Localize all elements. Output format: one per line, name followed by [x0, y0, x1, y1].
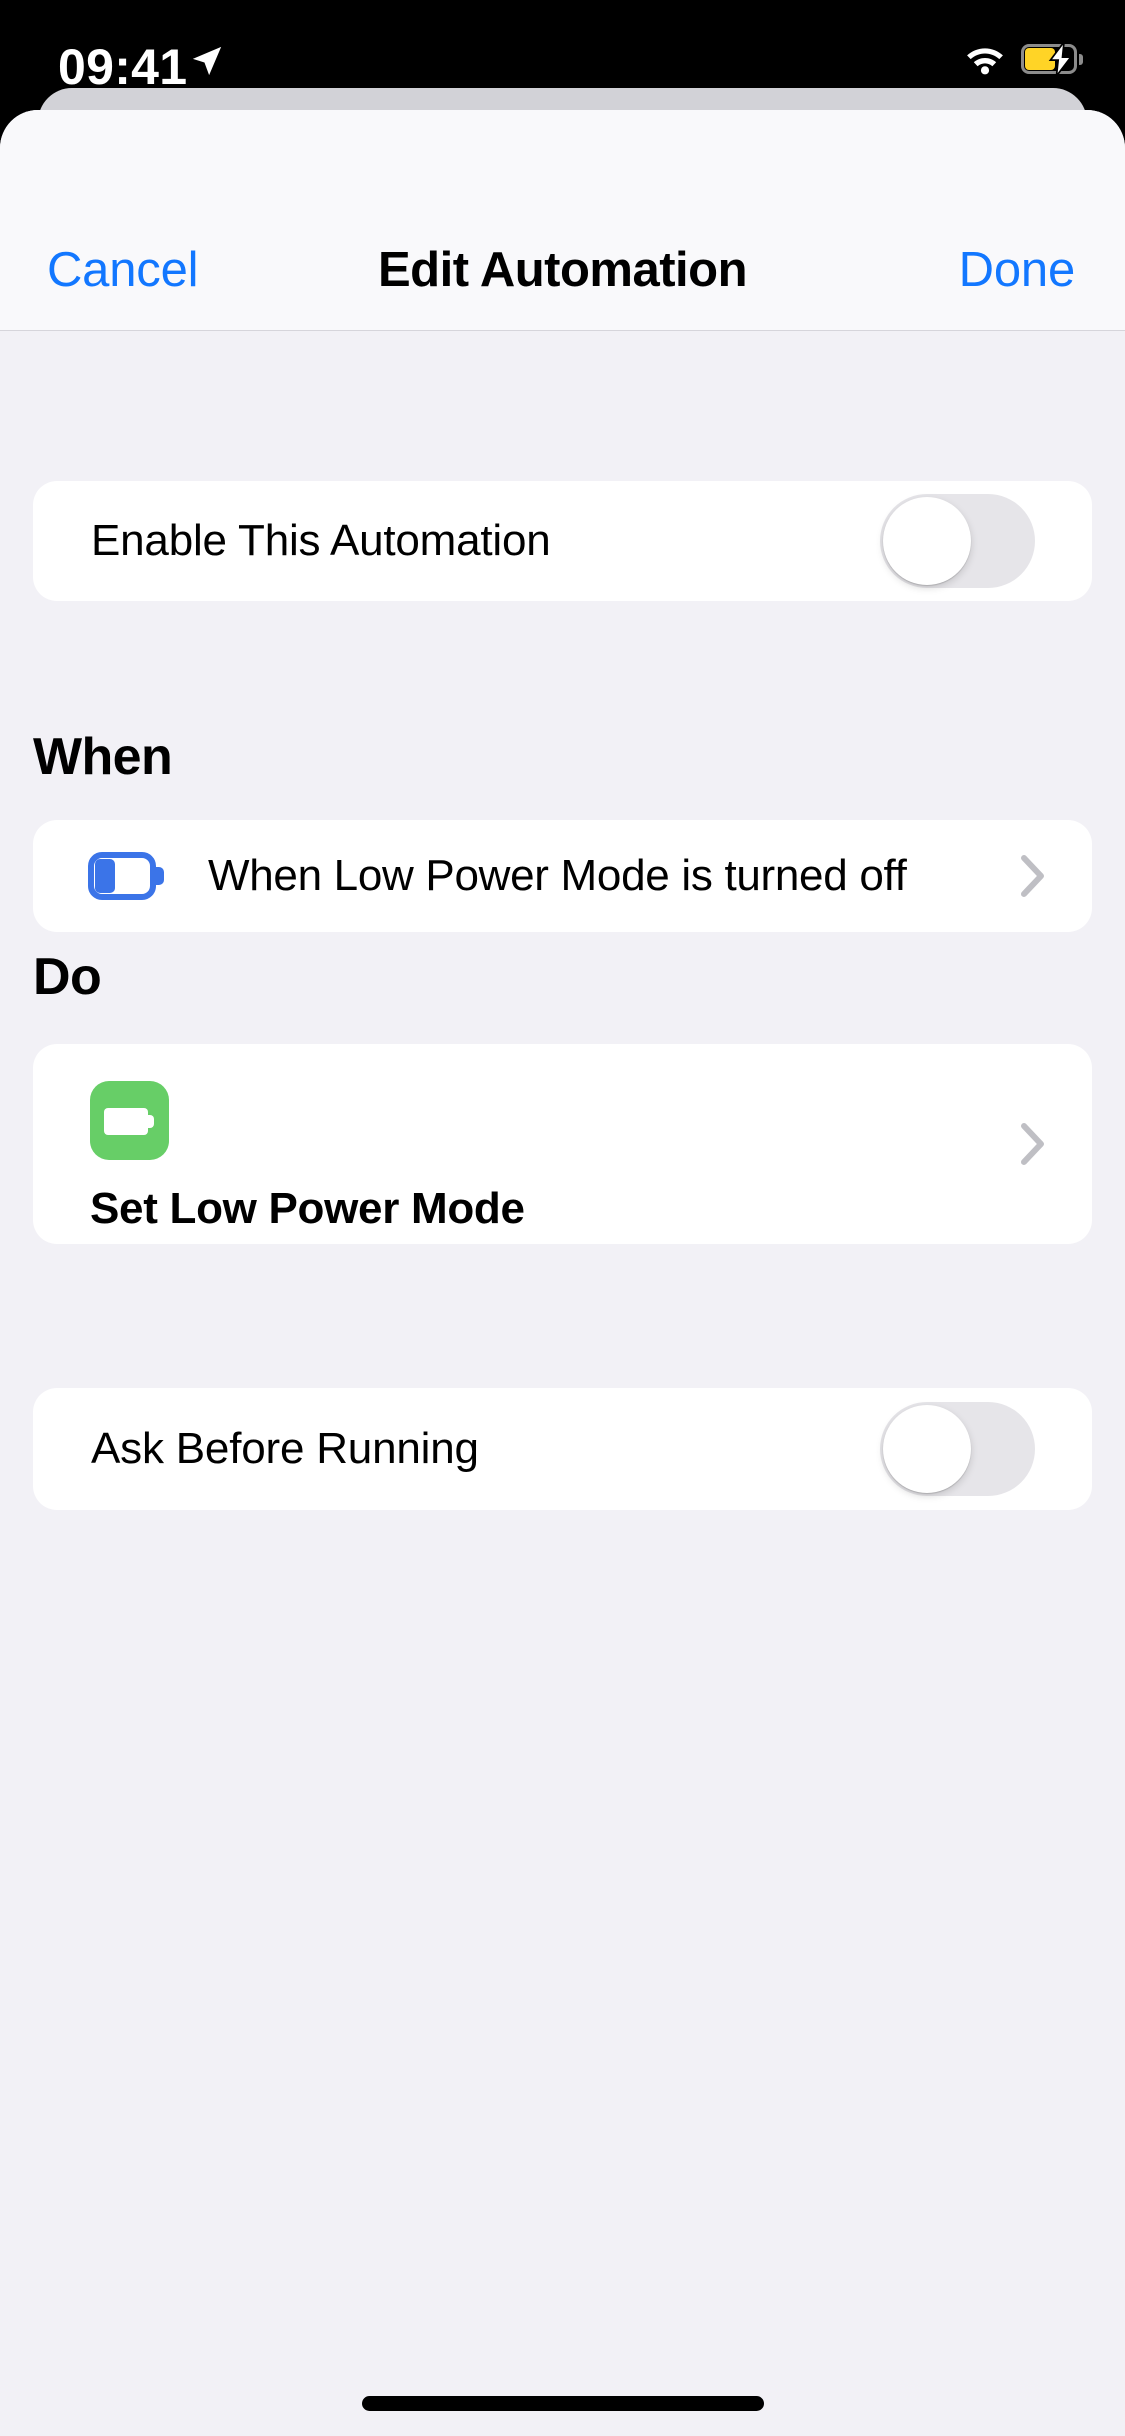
chevron-right-icon: [1021, 855, 1044, 897]
navigation-bar: Cancel Edit Automation Done: [0, 110, 1125, 331]
battery-nub: [156, 867, 164, 885]
enable-automation-row[interactable]: Enable This Automation: [33, 481, 1092, 601]
enable-automation-label: Enable This Automation: [91, 516, 551, 565]
do-section-header: Do: [33, 948, 102, 1006]
battery-nub: [148, 1115, 154, 1128]
battery-body: [104, 1108, 148, 1135]
toggle-knob: [883, 1405, 971, 1493]
action-row[interactable]: Set Low Power Mode: [33, 1044, 1092, 1244]
trigger-row[interactable]: When Low Power Mode is turned off: [33, 820, 1092, 932]
phone-screen: 09:41 Cancel Edit Automation Done Enable…: [0, 0, 1125, 2436]
battery-charging-icon: [1021, 42, 1083, 76]
page-title: Edit Automation: [377, 243, 748, 297]
action-title: Set Low Power Mode: [90, 1184, 525, 1233]
ask-before-running-label: Ask Before Running: [91, 1424, 479, 1473]
battery-fill: [95, 859, 115, 893]
toggle-knob: [883, 497, 971, 585]
trigger-label: When Low Power Mode is turned off: [208, 851, 907, 900]
battery-nub: [1079, 54, 1083, 65]
battery-low-icon: [88, 852, 164, 900]
status-bar: 09:41: [0, 0, 1125, 132]
ask-before-running-row[interactable]: Ask Before Running: [33, 1388, 1092, 1510]
status-bar-time: 09:41: [58, 39, 188, 95]
home-indicator[interactable]: [361, 2396, 764, 2411]
status-bar-indicators: [963, 42, 1083, 76]
wifi-icon: [967, 48, 1003, 75]
done-button[interactable]: Done: [959, 241, 1076, 299]
when-section-header: When: [33, 728, 173, 786]
charging-bolt-icon: [1048, 42, 1073, 76]
location-arrow-icon: [192, 46, 222, 76]
chevron-right-icon: [1021, 1123, 1044, 1165]
battery-green-icon: [90, 1081, 169, 1160]
edit-automation-sheet: Cancel Edit Automation Done Enable This …: [0, 110, 1125, 2436]
enable-automation-toggle[interactable]: [880, 494, 1035, 588]
ask-before-running-toggle[interactable]: [880, 1402, 1035, 1496]
